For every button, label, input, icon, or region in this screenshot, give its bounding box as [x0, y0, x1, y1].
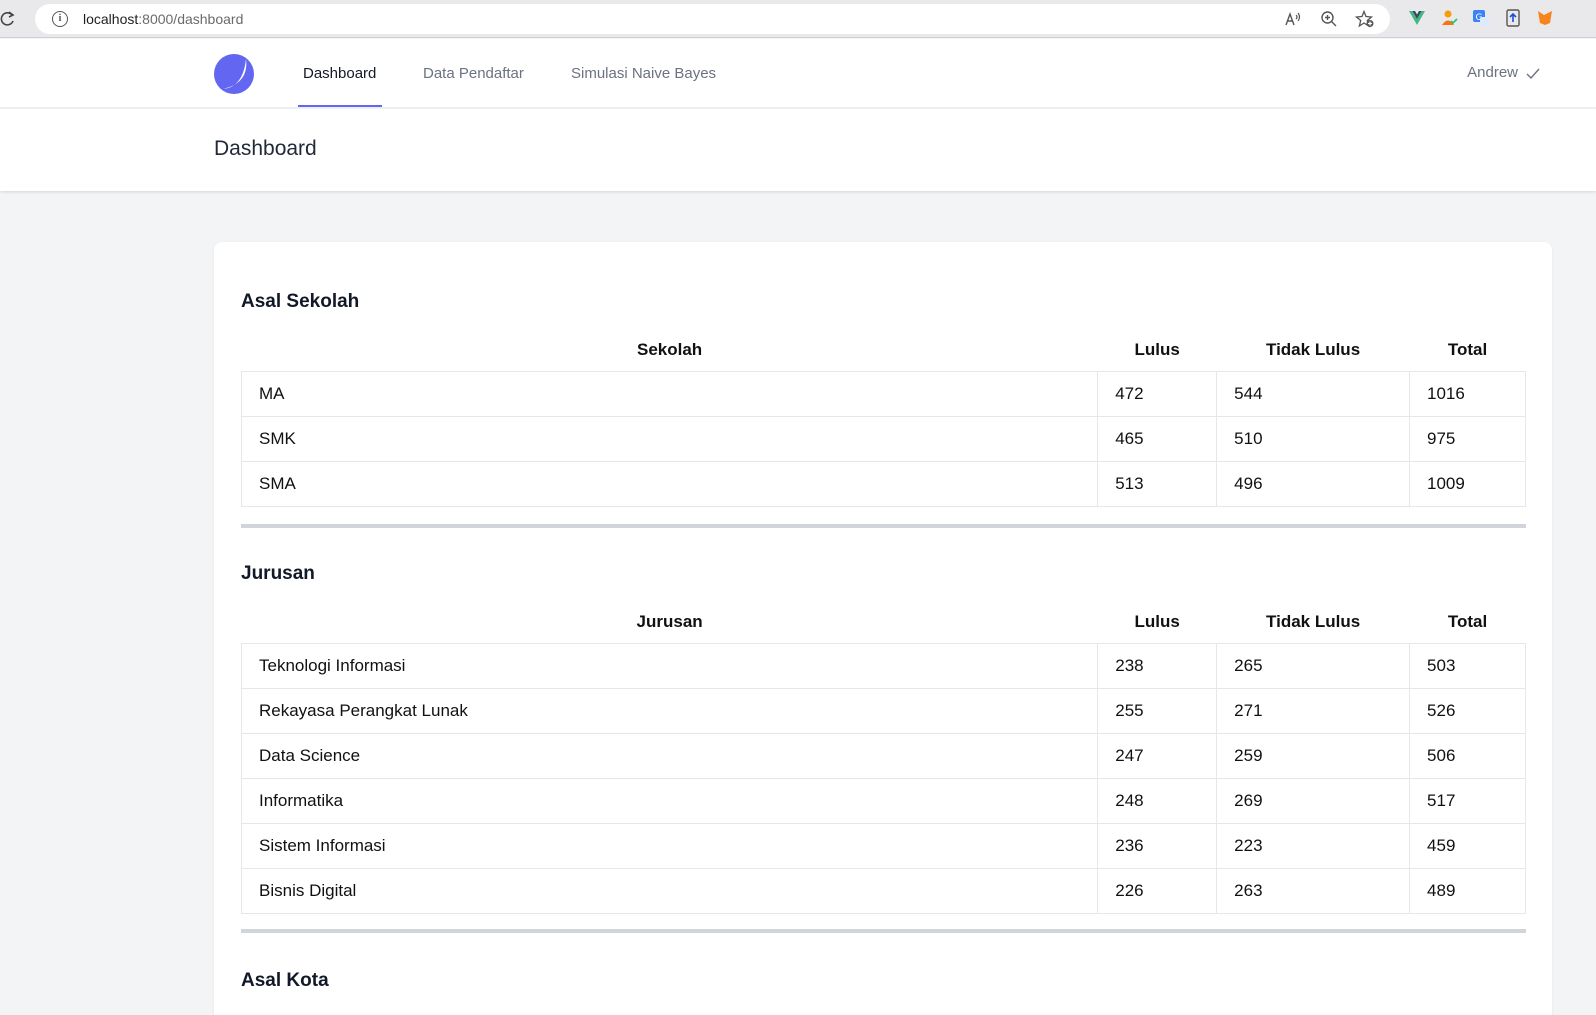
dashboard-card: Asal Sekolah Sekolah Lulus Tidak Lulus T…: [214, 242, 1552, 1015]
extension-user-icon[interactable]: [1440, 9, 1458, 27]
table-row: Data Science 247 259 506: [240, 732, 1526, 779]
table-cell: 517: [1409, 777, 1526, 824]
reload-icon[interactable]: [0, 10, 16, 28]
favorite-add-icon[interactable]: [1354, 9, 1376, 29]
table-row: Teknologi Informasi 238 265 503: [240, 642, 1526, 689]
page-header: Dashboard: [0, 109, 1596, 191]
address-bar[interactable]: i localhost:8000/dashboard: [35, 4, 1390, 34]
table-row: SMK 465 510 975: [240, 415, 1526, 462]
section-divider: [241, 929, 1526, 933]
section-title: Jurusan: [241, 563, 315, 584]
column-header: Jurusan: [636, 611, 703, 631]
nav-data-pendaftar[interactable]: Data Pendaftar: [423, 65, 524, 82]
table-cell: 223: [1216, 822, 1411, 869]
column-header: Lulus: [1134, 611, 1180, 631]
user-menu[interactable]: Andrew: [1467, 64, 1540, 81]
table-cell: 459: [1409, 822, 1526, 869]
translate-icon[interactable]: G: [1472, 9, 1490, 27]
table-cell: Data Science: [240, 732, 1099, 779]
table-cell: 489: [1409, 867, 1526, 914]
section-divider: [241, 524, 1526, 528]
table-cell: 975: [1409, 415, 1526, 462]
nav-dashboard[interactable]: Dashboard: [303, 65, 376, 82]
table-row: Bisnis Digital 226 263 489: [240, 867, 1526, 914]
table-cell: 259: [1216, 732, 1411, 779]
page-title: Dashboard: [214, 137, 317, 160]
table-cell: 226: [1097, 867, 1218, 914]
table-cell: Teknologi Informasi: [240, 642, 1099, 689]
nav-simulasi-naive-bayes[interactable]: Simulasi Naive Bayes: [571, 65, 716, 82]
column-header: Lulus: [1134, 339, 1180, 359]
column-header: Tidak Lulus: [1266, 339, 1361, 359]
table-cell: SMA: [240, 460, 1099, 507]
table-cell: 472: [1097, 370, 1218, 417]
read-aloud-icon[interactable]: [1282, 9, 1304, 29]
table-jurusan: Jurusan Lulus Tidak Lulus Total Teknolog…: [240, 601, 1526, 914]
table-cell: 255: [1097, 687, 1218, 734]
table-cell: 248: [1097, 777, 1218, 824]
table-row: Rekayasa Perangkat Lunak 255 271 526: [240, 687, 1526, 734]
table-cell: 510: [1216, 415, 1411, 462]
table-cell: 269: [1216, 777, 1411, 824]
app-navbar: Dashboard Data Pendaftar Simulasi Naive …: [0, 39, 1596, 108]
table-cell: Sistem Informasi: [240, 822, 1099, 869]
table-cell: Rekayasa Perangkat Lunak: [240, 687, 1099, 734]
metamask-icon[interactable]: [1536, 9, 1554, 27]
section-title: Asal Sekolah: [241, 291, 360, 312]
table-cell: 238: [1097, 642, 1218, 689]
column-header: Sekolah: [637, 339, 703, 359]
zoom-icon[interactable]: [1318, 9, 1340, 29]
table-cell: 496: [1216, 460, 1411, 507]
table-row: Informatika 248 269 517: [240, 777, 1526, 824]
table-cell: 526: [1409, 687, 1526, 734]
table-cell: 271: [1216, 687, 1411, 734]
table-cell: 513: [1097, 460, 1218, 507]
table-cell: 265: [1216, 642, 1411, 689]
table-cell: 1016: [1409, 370, 1526, 417]
table-row: Sistem Informasi 236 223 459: [240, 822, 1526, 869]
table-cell: 263: [1216, 867, 1411, 914]
extension-upload-icon[interactable]: [1504, 9, 1522, 27]
table-cell: Informatika: [240, 777, 1099, 824]
section-asal-kota: Asal Kota: [241, 970, 1526, 992]
table-cell: 503: [1409, 642, 1526, 689]
table-cell: 247: [1097, 732, 1218, 779]
table-row: MA 472 544 1016: [240, 370, 1526, 417]
table-cell: 1009: [1409, 460, 1526, 507]
nav-active-indicator: [298, 105, 382, 107]
table-cell: Bisnis Digital: [240, 867, 1099, 914]
table-cell: 465: [1097, 415, 1218, 462]
table-cell: SMK: [240, 415, 1099, 462]
section-title: Asal Kota: [241, 970, 329, 991]
site-info-icon[interactable]: i: [52, 11, 68, 27]
table-cell: 506: [1409, 732, 1526, 779]
browser-toolbar: i localhost:8000/dashboard G: [0, 0, 1596, 38]
section-asal-sekolah: Asal Sekolah Sekolah Lulus Tidak Lulus T…: [240, 291, 1526, 507]
table-cell: MA: [240, 370, 1099, 417]
user-name[interactable]: Andrew: [1467, 64, 1518, 81]
column-header: Total: [1447, 611, 1488, 631]
url-text[interactable]: localhost:8000/dashboard: [83, 11, 243, 27]
app-logo-icon[interactable]: [213, 53, 255, 95]
column-header: Tidak Lulus: [1266, 611, 1361, 631]
chevron-down-icon[interactable]: [1526, 66, 1540, 80]
vue-devtools-icon[interactable]: [1408, 9, 1426, 27]
table-cell: 544: [1216, 370, 1411, 417]
section-jurusan: Jurusan Jurusan Lulus Tidak Lulus Total …: [240, 563, 1526, 914]
column-header: Total: [1447, 339, 1488, 359]
table-cell: 236: [1097, 822, 1218, 869]
table-asal-sekolah: Sekolah Lulus Tidak Lulus Total MA 472 5…: [240, 329, 1526, 507]
table-row: SMA 513 496 1009: [240, 460, 1526, 507]
